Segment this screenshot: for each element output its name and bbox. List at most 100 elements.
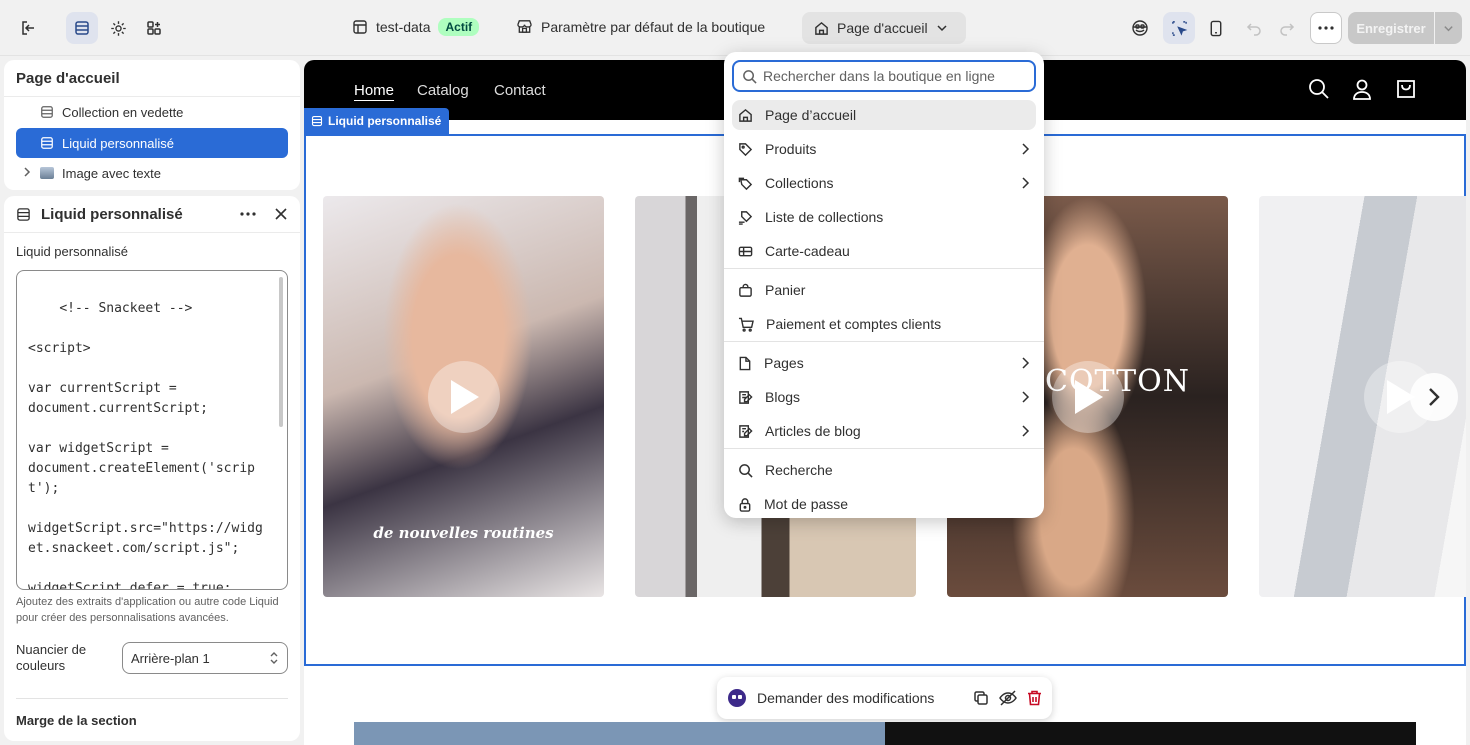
- inspector-select-icon[interactable]: [1163, 12, 1195, 44]
- chevron-right-icon: [1022, 357, 1030, 369]
- video-card[interactable]: de nouvelles routines: [323, 196, 604, 597]
- dropdown-item-search[interactable]: Recherche: [732, 455, 1036, 485]
- dropdown-item-collections[interactable]: Collections: [732, 168, 1036, 198]
- collection-list-icon: [738, 210, 753, 225]
- section-tree-panel: Page d'accueil Collection en vedette Liq…: [4, 60, 300, 190]
- more-actions-button[interactable]: [1310, 12, 1342, 44]
- mobile-preview-icon[interactable]: [1200, 12, 1232, 44]
- blog-post-icon: [739, 424, 753, 438]
- tag-icon: [739, 142, 753, 156]
- dropdown-item-gift-card[interactable]: Carte-cadeau: [732, 236, 1036, 266]
- exit-icon[interactable]: [12, 12, 44, 44]
- section-tag[interactable]: Liquid personnalisé: [304, 108, 450, 134]
- liquid-help-text: Ajoutez des extraits d'application ou au…: [16, 596, 279, 624]
- chevron-right-icon: [1022, 391, 1030, 403]
- search-icon[interactable]: [1308, 78, 1330, 100]
- dropdown-item-label: Collections: [765, 175, 834, 191]
- save-button[interactable]: Enregistrer: [1348, 12, 1434, 44]
- dropdown-item-label: Produits: [765, 141, 817, 157]
- theme-setting[interactable]: Paramètre par défaut de la boutique: [516, 18, 765, 35]
- chevron-down-icon: [937, 25, 947, 32]
- nav-link-catalog[interactable]: Catalog: [417, 82, 469, 99]
- dropdown-divider: [724, 448, 1044, 449]
- ellipsis-icon[interactable]: [240, 212, 256, 216]
- dropdown-item-collection-list[interactable]: Liste de collections: [732, 202, 1036, 232]
- sidebar-item-featured-collection[interactable]: Collection en vedette: [16, 97, 288, 127]
- dropdown-divider: [724, 268, 1044, 269]
- page-selector[interactable]: Page d'accueil: [802, 12, 966, 44]
- storefront-icon: [517, 20, 532, 33]
- play-icon[interactable]: [427, 360, 500, 433]
- sections-icon[interactable]: [66, 12, 98, 44]
- top-bar: test-data Actif Paramètre par défaut de …: [0, 0, 1470, 56]
- sidebar-item-image-with-text[interactable]: Image avec texte: [16, 158, 288, 188]
- section-icon: [41, 137, 53, 149]
- dropdown-search-input[interactable]: [763, 68, 1026, 84]
- section-icon: [311, 115, 323, 127]
- ask-modifications-button[interactable]: Demander des modifications: [757, 690, 963, 706]
- ai-assistant-icon[interactable]: [1124, 12, 1156, 44]
- sidekick-logo-icon[interactable]: [727, 688, 747, 708]
- theme-setting-label: Paramètre par défaut de la boutique: [541, 18, 766, 35]
- dropdown-divider: [724, 341, 1044, 342]
- section-icon: [41, 106, 53, 118]
- next-section-preview: [354, 722, 1416, 745]
- chevron-down-icon: [1444, 25, 1453, 31]
- gift-card-icon: [738, 246, 753, 256]
- chevron-right-icon: [1429, 388, 1440, 406]
- settings-title: Liquid personnalisé: [41, 205, 183, 223]
- cart-bag-icon[interactable]: [1395, 78, 1417, 100]
- save-options-button[interactable]: [1435, 12, 1462, 44]
- dropdown-search: [732, 60, 1036, 92]
- liquid-field-label: Liquid personnalisé: [16, 244, 129, 259]
- undo-icon[interactable]: [1238, 12, 1270, 44]
- play-icon[interactable]: [1051, 360, 1124, 433]
- color-scheme-label: Nuancier de couleurs: [16, 642, 87, 673]
- dropdown-item-cart[interactable]: Panier: [732, 275, 1036, 305]
- chevron-right-icon: [1022, 425, 1030, 437]
- dropdown-item-blog-posts[interactable]: Articles de blog: [732, 416, 1036, 446]
- cart-icon: [738, 317, 754, 332]
- dropdown-item-label: Carte-cadeau: [765, 243, 850, 259]
- collection-icon: [738, 177, 753, 190]
- dropdown-item-blogs[interactable]: Blogs: [732, 382, 1036, 412]
- store-layout-icon: [353, 20, 367, 34]
- chevron-right-icon[interactable]: [22, 167, 32, 177]
- dropdown-item-pages[interactable]: Pages: [732, 348, 1036, 378]
- sidebar-item-custom-liquid[interactable]: Liquid personnalisé: [16, 128, 288, 158]
- nav-link-contact[interactable]: Contact: [494, 82, 546, 99]
- dropdown-item-home[interactable]: Page d’accueil: [732, 100, 1036, 130]
- page-selector-label: Page d'accueil: [837, 20, 928, 36]
- store-indicator: test-data Actif: [352, 18, 480, 36]
- liquid-code-editor[interactable]: <!-- Snackeet --> <script> var currentSc…: [16, 270, 288, 590]
- dropdown-item-label: Liste de collections: [765, 209, 884, 225]
- duplicate-icon[interactable]: [973, 690, 989, 706]
- section-tag-label: Liquid personnalisé: [328, 114, 442, 128]
- close-icon[interactable]: [274, 207, 288, 221]
- ask-modifications-bar: Demander des modifications: [717, 677, 1052, 719]
- dropdown-item-checkout[interactable]: Paiement et comptes clients: [732, 309, 1036, 339]
- panel-title: Page d'accueil: [4, 60, 300, 97]
- account-icon[interactable]: [1351, 78, 1373, 100]
- delete-icon[interactable]: [1027, 690, 1042, 706]
- redo-icon[interactable]: [1271, 12, 1303, 44]
- section-icon: [17, 207, 30, 221]
- page-icon: [739, 356, 751, 370]
- home-icon: [815, 21, 828, 35]
- image-thumbnail: [40, 167, 54, 179]
- nav-link-home[interactable]: Home: [354, 82, 394, 99]
- ellipsis-icon: [1318, 26, 1334, 30]
- code-scrollbar[interactable]: [279, 277, 283, 427]
- color-scheme-select[interactable]: Arrière-plan 1: [122, 642, 288, 674]
- section-settings-panel: Liquid personnalisé Liquid personnalisé …: [4, 196, 300, 741]
- apps-icon[interactable]: [138, 12, 170, 44]
- dropdown-item-products[interactable]: Produits: [732, 134, 1036, 164]
- search-icon: [743, 69, 757, 84]
- dropdown-item-label: Page d’accueil: [765, 107, 857, 123]
- hide-icon[interactable]: [999, 690, 1017, 706]
- status-badge: Actif: [438, 18, 480, 36]
- carousel-next-button[interactable]: [1410, 373, 1458, 421]
- settings-gear-icon[interactable]: [102, 12, 134, 44]
- dropdown-item-password[interactable]: Mot de passe: [732, 489, 1036, 519]
- sidebar-item-label: Image avec texte: [62, 165, 161, 181]
